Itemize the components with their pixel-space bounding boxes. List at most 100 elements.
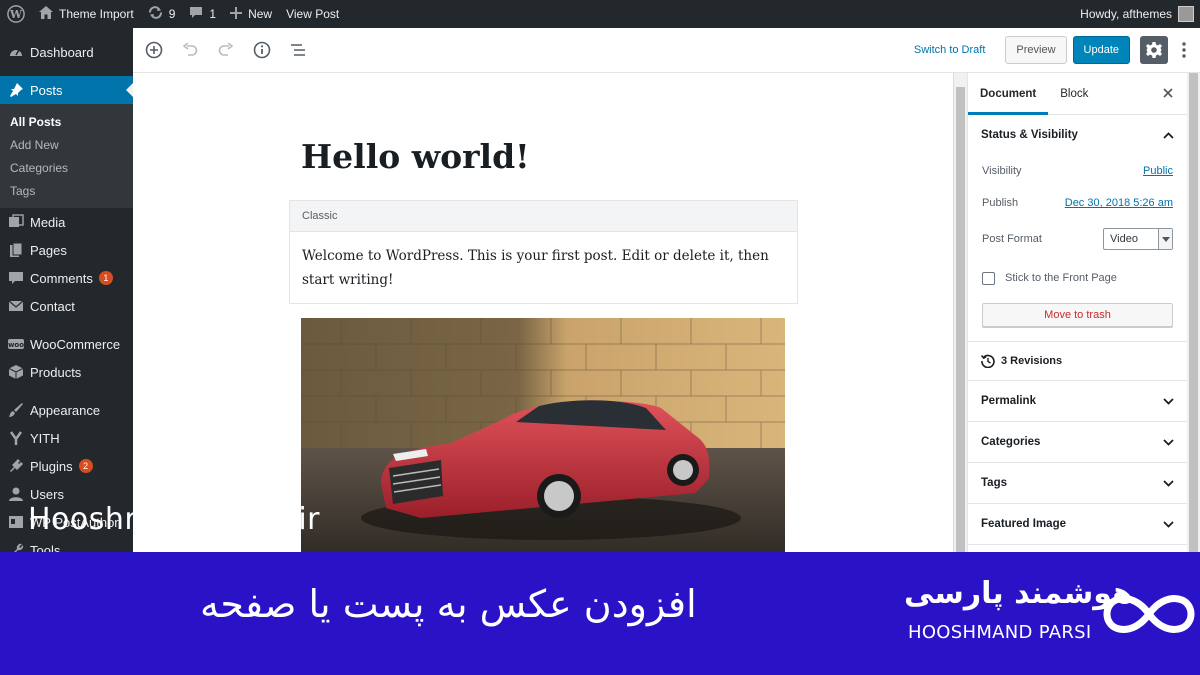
promo-banner: افزودن عکس به پست یا صفحه هوشمند پارسی H… bbox=[0, 552, 1200, 675]
stick-front-label: Stick to the Front Page bbox=[1005, 272, 1117, 284]
revisions-link[interactable]: 3 Revisions bbox=[968, 342, 1187, 381]
redo-icon bbox=[218, 43, 234, 56]
sidebar-item-media[interactable]: Media bbox=[0, 208, 133, 236]
sidebar-item-tools[interactable]: Tools bbox=[0, 536, 133, 552]
categories-panel[interactable]: Categories bbox=[968, 422, 1187, 463]
panel-title: Categories bbox=[981, 436, 1041, 448]
submenu-add-new[interactable]: Add New bbox=[0, 133, 133, 156]
sidebar-item-pages[interactable]: Pages bbox=[0, 236, 133, 264]
status-visibility-toggle[interactable]: Status & Visibility bbox=[968, 115, 1187, 155]
sidebar-item-label: Appearance bbox=[30, 402, 101, 418]
sidebar-item-contact[interactable]: Contact bbox=[0, 292, 133, 320]
post-format-row: Post Format Video bbox=[968, 219, 1187, 259]
more-menu-button[interactable] bbox=[1176, 36, 1192, 64]
post-format-select[interactable]: Video bbox=[1103, 228, 1173, 250]
banner-title: افزودن عکس به پست یا صفحه bbox=[200, 582, 697, 626]
brand-name-persian: هوشمند پارسی bbox=[904, 576, 1133, 611]
plus-circle-icon bbox=[145, 41, 163, 59]
switch-to-draft-button[interactable]: Switch to Draft bbox=[914, 44, 986, 56]
visibility-label: Visibility bbox=[982, 165, 1022, 177]
sidebar-item-products[interactable]: Products bbox=[0, 358, 133, 386]
sidebar-item-posts[interactable]: Posts bbox=[0, 76, 133, 104]
chevron-down-icon bbox=[1162, 395, 1174, 407]
classic-block[interactable]: Classic Welcome to WordPress. This is yo… bbox=[289, 200, 798, 304]
settings-button[interactable] bbox=[1140, 36, 1168, 64]
block-navigation-button[interactable] bbox=[283, 35, 313, 65]
submenu-all-posts[interactable]: All Posts bbox=[0, 110, 133, 133]
my-account-link[interactable]: Howdy, afthemes bbox=[1073, 0, 1200, 28]
wordpress-logo-icon[interactable]: W bbox=[0, 0, 32, 28]
move-to-trash-button[interactable]: Move to trash bbox=[982, 303, 1173, 327]
chevron-down-icon bbox=[1162, 477, 1174, 489]
view-post-link[interactable]: View Post bbox=[279, 0, 346, 28]
stick-front-checkbox[interactable] bbox=[982, 271, 995, 285]
undo-button[interactable] bbox=[175, 35, 205, 65]
featured-image-panel[interactable]: Featured Image bbox=[968, 504, 1187, 545]
update-button[interactable]: Update bbox=[1072, 36, 1130, 64]
undo-icon bbox=[182, 43, 198, 56]
settings-sidebar: Document Block Status & Visibility Visib… bbox=[967, 73, 1187, 552]
sidebar-item-dashboard[interactable]: Dashboard bbox=[0, 38, 133, 66]
plugins-badge: 2 bbox=[78, 459, 93, 473]
revisions-label: 3 Revisions bbox=[1001, 355, 1063, 367]
permalink-panel[interactable]: Permalink bbox=[968, 381, 1187, 422]
classic-block-content[interactable]: Welcome to WordPress. This is your first… bbox=[290, 232, 797, 304]
woocommerce-icon: woo bbox=[8, 336, 24, 352]
updates-link[interactable]: 9 bbox=[141, 0, 183, 28]
sidebar-item-label: Plugins bbox=[30, 458, 73, 474]
car-image bbox=[301, 318, 785, 552]
tab-document[interactable]: Document bbox=[968, 73, 1049, 115]
post-format-value: Video bbox=[1110, 233, 1138, 245]
box-icon bbox=[8, 364, 24, 380]
visibility-value-link[interactable]: Public bbox=[1143, 165, 1173, 177]
media-icon bbox=[8, 214, 24, 230]
watermark-text: Hooshmandparsi.ir bbox=[28, 502, 321, 537]
new-label: New bbox=[248, 7, 273, 21]
redo-button[interactable] bbox=[211, 35, 241, 65]
comments-icon bbox=[8, 270, 24, 286]
panel-title: Permalink bbox=[981, 395, 1036, 407]
svg-text:woo: woo bbox=[8, 341, 24, 349]
submenu-categories[interactable]: Categories bbox=[0, 156, 133, 179]
preview-button[interactable]: Preview bbox=[1005, 36, 1067, 64]
updates-count: 9 bbox=[168, 7, 176, 21]
comments-link[interactable]: 1 bbox=[182, 0, 223, 28]
sidebar-item-woocommerce[interactable]: woo WooCommerce bbox=[0, 330, 133, 358]
admin-sidebar: Dashboard Posts All Posts Add New Catego… bbox=[0, 28, 133, 552]
site-name-link[interactable]: Theme Import bbox=[32, 0, 141, 28]
close-settings-button[interactable] bbox=[1163, 85, 1173, 102]
sidebar-item-label: Tools bbox=[30, 542, 61, 553]
refresh-icon bbox=[148, 6, 163, 22]
tags-panel[interactable]: Tags bbox=[968, 463, 1187, 504]
canvas-scrollbar[interactable] bbox=[953, 73, 967, 552]
sidebar-item-label: Media bbox=[30, 214, 66, 230]
editor-header-toolbar: Switch to Draft Preview Update bbox=[133, 28, 1200, 73]
chevron-down-icon bbox=[1158, 229, 1172, 249]
settings-scrollbar[interactable] bbox=[1187, 73, 1200, 552]
publish-date-link[interactable]: Dec 30, 2018 5:26 am bbox=[1065, 197, 1173, 209]
avatar bbox=[1178, 6, 1194, 22]
new-content-link[interactable]: New bbox=[223, 0, 279, 28]
sidebar-item-appearance[interactable]: Appearance bbox=[0, 396, 133, 424]
add-block-button[interactable] bbox=[139, 35, 169, 65]
brand-name-english: HOOSHMAND PARSI bbox=[908, 622, 1092, 643]
sidebar-item-comments[interactable]: Comments 1 bbox=[0, 264, 133, 292]
panel-title: Status & Visibility bbox=[981, 129, 1078, 141]
sidebar-item-label: Dashboard bbox=[30, 44, 94, 60]
post-title[interactable]: Hello world! bbox=[301, 137, 530, 176]
submenu-tags[interactable]: Tags bbox=[0, 179, 133, 202]
settings-tabs: Document Block bbox=[968, 73, 1187, 115]
tab-block[interactable]: Block bbox=[1048, 73, 1100, 115]
sidebar-item-yith[interactable]: YITH bbox=[0, 424, 133, 452]
content-info-button[interactable] bbox=[247, 35, 277, 65]
visibility-row: Visibility Public bbox=[968, 155, 1187, 187]
gear-icon bbox=[1146, 42, 1162, 58]
chevron-up-icon bbox=[1162, 129, 1174, 141]
stick-front-row: Stick to the Front Page bbox=[968, 259, 1187, 297]
chevron-down-icon bbox=[1162, 518, 1174, 530]
history-icon bbox=[981, 354, 995, 368]
sidebar-item-plugins[interactable]: Plugins 2 bbox=[0, 452, 133, 480]
image-block[interactable] bbox=[301, 318, 785, 552]
sidebar-item-label: Posts bbox=[30, 82, 63, 98]
infinity-logo-icon bbox=[1103, 595, 1195, 633]
